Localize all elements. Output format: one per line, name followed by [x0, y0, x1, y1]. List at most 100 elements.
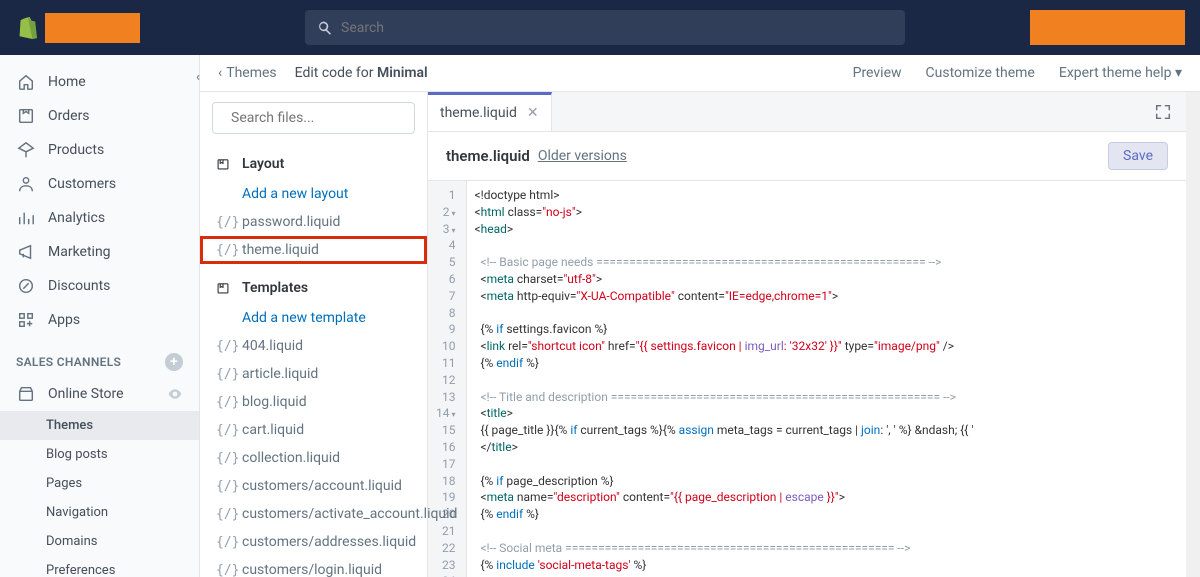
nav-domains[interactable]: Domains — [0, 527, 199, 556]
file-item[interactable]: {/}password.liquid — [200, 208, 427, 236]
nav-label: Pages — [46, 476, 82, 491]
home-icon — [16, 72, 36, 92]
liquid-file-icon: {/} — [216, 479, 239, 494]
nav-label: Products — [48, 142, 104, 158]
folder-icon — [216, 280, 232, 296]
file-search-input[interactable] — [231, 110, 409, 126]
discounts-icon — [16, 276, 36, 296]
nav-products[interactable]: Products — [0, 133, 199, 167]
file-name: theme.liquid — [446, 147, 530, 165]
page-title: Edit code for Minimal — [295, 65, 428, 81]
nav-label: Customers — [48, 176, 116, 192]
file-item[interactable]: {/}404.liquid — [200, 332, 427, 360]
sales-channels-label: SALES CHANNELS — [16, 355, 121, 369]
file-item[interactable]: {/}blog.liquid — [200, 388, 427, 416]
file-item[interactable]: {/}cart.liquid — [200, 416, 427, 444]
liquid-file-icon: {/} — [216, 243, 239, 258]
marketing-icon — [16, 242, 36, 262]
liquid-file-icon: {/} — [216, 423, 239, 438]
nav-pages[interactable]: Pages — [0, 469, 199, 498]
nav-orders[interactable]: Orders — [0, 99, 199, 133]
liquid-file-icon: {/} — [216, 507, 239, 522]
file-item[interactable]: {/}collection.liquid — [200, 444, 427, 472]
liquid-file-icon: {/} — [216, 395, 239, 410]
products-icon — [16, 140, 36, 160]
shopify-logo-icon — [15, 16, 37, 40]
templates-section-header[interactable]: Templates — [200, 272, 427, 304]
nav-discounts[interactable]: Discounts — [0, 269, 199, 303]
customize-theme-link[interactable]: Customize theme — [926, 65, 1035, 81]
customers-icon — [16, 174, 36, 194]
nav-label: Navigation — [46, 505, 108, 520]
preview-link[interactable]: Preview — [853, 65, 902, 81]
nav-apps[interactable]: Apps — [0, 303, 199, 337]
liquid-file-icon: {/} — [216, 451, 239, 466]
nav-label: Blog posts — [46, 447, 108, 462]
chevron-left-icon: ‹ — [218, 65, 222, 81]
search-input[interactable] — [341, 20, 893, 36]
nav-blog-posts[interactable]: Blog posts — [0, 440, 199, 469]
store-icon — [16, 384, 36, 404]
close-tab-icon[interactable]: ✕ — [527, 105, 539, 121]
save-button[interactable]: Save — [1108, 142, 1168, 170]
liquid-file-icon: {/} — [216, 563, 239, 577]
primary-nav: ‹ Home Orders Products Customers Analyti… — [0, 55, 200, 577]
nav-label: Themes — [46, 418, 93, 433]
file-item[interactable]: {/}customers/addresses.liquid — [200, 528, 427, 556]
nav-label: Analytics — [48, 210, 105, 226]
file-item[interactable]: {/}customers/account.liquid — [200, 472, 427, 500]
file-item[interactable]: {/}article.liquid — [200, 360, 427, 388]
tab-theme-liquid[interactable]: theme.liquid ✕ — [428, 92, 552, 131]
file-header: theme.liquid Older versions Save — [428, 132, 1186, 180]
file-item[interactable]: {/}customers/login.liquid — [200, 556, 427, 577]
chevron-down-icon: ▾ — [1175, 65, 1182, 81]
file-item[interactable]: {/}theme.liquid — [200, 236, 427, 264]
nav-label: Discounts — [48, 278, 110, 294]
analytics-icon — [16, 208, 36, 228]
add-channel-icon[interactable]: + — [165, 353, 183, 371]
folder-icon — [216, 156, 232, 172]
nav-customers[interactable]: Customers — [0, 167, 199, 201]
view-store-icon[interactable] — [167, 386, 183, 402]
nav-preferences[interactable]: Preferences — [0, 556, 199, 577]
fullscreen-icon[interactable] — [1140, 103, 1186, 121]
liquid-file-icon: {/} — [216, 367, 239, 382]
nav-label: Apps — [48, 312, 80, 328]
liquid-file-icon: {/} — [216, 339, 239, 354]
liquid-file-icon: {/} — [216, 535, 239, 550]
section-label: Templates — [242, 280, 308, 296]
global-search[interactable] — [305, 10, 905, 45]
nav-marketing[interactable]: Marketing — [0, 235, 199, 269]
add-template-link[interactable]: Add a new template — [200, 304, 427, 332]
top-bar — [0, 0, 1200, 55]
add-layout-link[interactable]: Add a new layout — [200, 180, 427, 208]
nav-label: Online Store — [48, 386, 124, 402]
nav-navigation[interactable]: Navigation — [0, 498, 199, 527]
nav-home[interactable]: Home — [0, 65, 199, 99]
file-search[interactable] — [212, 102, 415, 134]
tab-bar: theme.liquid ✕ — [428, 92, 1186, 132]
apps-icon — [16, 310, 36, 330]
nav-label: Orders — [48, 108, 90, 124]
nav-analytics[interactable]: Analytics — [0, 201, 199, 235]
scrollbar[interactable] — [1186, 92, 1200, 577]
nav-themes[interactable]: Themes — [0, 411, 199, 440]
back-to-themes[interactable]: ‹ Themes — [218, 65, 277, 81]
account-area-redacted — [1030, 10, 1185, 45]
code-content[interactable]: <!doctype html><html class="no-js"><head… — [467, 181, 1187, 577]
expert-help-link[interactable]: Expert theme help ▾ — [1059, 65, 1182, 81]
layout-section-header[interactable]: Layout — [200, 148, 427, 180]
nav-online-store[interactable]: Online Store — [0, 377, 199, 411]
nav-label: Marketing — [48, 244, 111, 260]
collapse-nav-icon[interactable]: ‹ — [183, 62, 200, 92]
section-label: Layout — [242, 156, 284, 172]
tab-label: theme.liquid — [440, 105, 517, 121]
file-item[interactable]: {/}customers/activate_account.liquid — [200, 500, 427, 528]
editor-header: ‹ Themes Edit code for Minimal Preview C… — [200, 55, 1200, 92]
code-editor[interactable]: 1234567891011121314151617181920212223242… — [428, 180, 1186, 577]
store-name-redacted — [45, 13, 140, 43]
older-versions-link[interactable]: Older versions — [538, 148, 627, 164]
liquid-file-icon: {/} — [216, 215, 239, 230]
orders-icon — [16, 106, 36, 126]
nav-label: Domains — [46, 534, 97, 549]
